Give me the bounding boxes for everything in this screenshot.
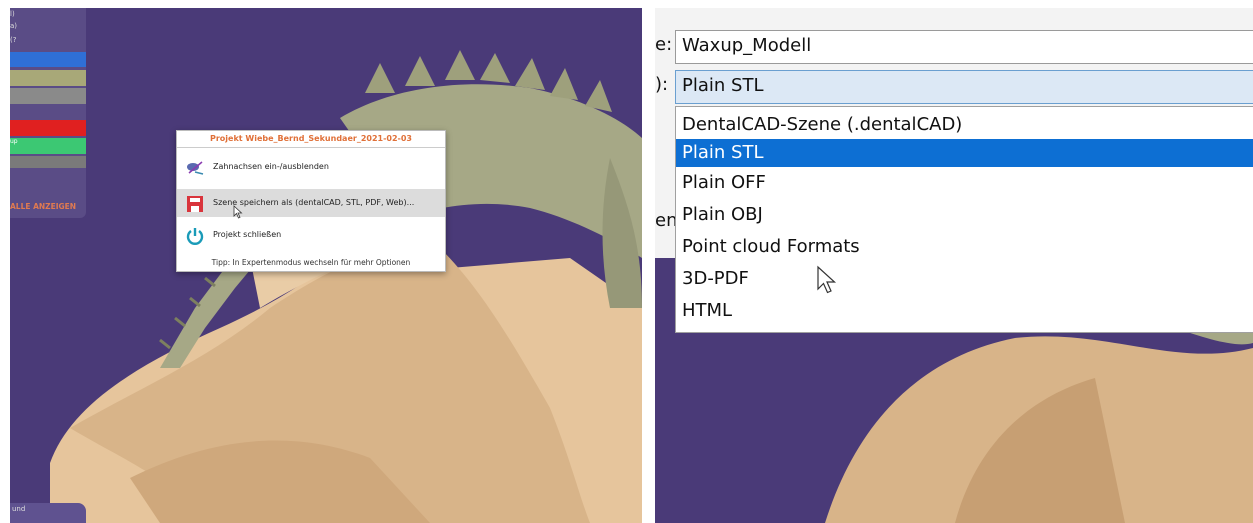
layer-swatch-green[interactable]: up (10, 138, 86, 154)
bottom-widget-label: und (12, 505, 26, 513)
menu-item-toggle-tooth-axes[interactable]: Zahnachsen ein-/ausblenden (177, 153, 445, 181)
option-3d-pdf[interactable]: 3D-PDF (676, 265, 1253, 293)
menu-item-close-project[interactable]: Projekt schließen (177, 221, 445, 249)
layer-swatch-blue[interactable] (10, 52, 86, 67)
option-dentalcad[interactable]: DentalCAD-Szene (.dentalCAD) (676, 111, 1253, 139)
format-selected-value: Plain STL (682, 75, 764, 96)
menu-item-label: Szene speichern als (dentalCAD, STL, PDF… (213, 198, 415, 207)
format-select[interactable]: Plain STL (675, 70, 1253, 104)
sidebar-row: l) (10, 10, 15, 18)
sidebar-row: (? (10, 36, 17, 44)
layer-swatch-dark[interactable] (10, 156, 86, 168)
option-plain-off[interactable]: Plain OFF (676, 169, 1253, 197)
format-dropdown-list: DentalCAD-Szene (.dentalCAD) Plain STL P… (675, 106, 1253, 333)
context-menu-tip: Tipp: In Expertenmodus wechseln für mehr… (211, 258, 411, 267)
name-label: e: (655, 34, 673, 55)
option-plain-obj[interactable]: Plain OBJ (676, 201, 1253, 229)
tooth-axis-icon (187, 161, 204, 175)
menu-item-label: Zahnachsen ein-/ausblenden (213, 162, 329, 171)
menu-item-label: Projekt schließen (213, 230, 282, 239)
option-html[interactable]: HTML (676, 297, 1253, 325)
mouse-cursor-icon (233, 205, 243, 219)
sidebar-row: a) (10, 22, 18, 30)
option-plain-stl[interactable]: Plain STL (676, 139, 1253, 167)
left-sidebar: l) a) (? up ALLE ANZEIGEN (10, 8, 86, 218)
save-dialog-zoom: e: Waxup_Modell ): Plain STL en DentalCA… (655, 8, 1253, 523)
left-3d-viewport[interactable]: l) a) (? up ALLE ANZEIGEN und Projekt Wi… (10, 8, 642, 523)
mouse-cursor-icon (817, 265, 837, 294)
context-menu: Projekt Wiebe_Bernd_Sekundaer_2021-02-03… (176, 130, 446, 272)
context-menu-title: Projekt Wiebe_Bernd_Sekundaer_2021-02-03 (177, 131, 445, 148)
filename-value: Waxup_Modell (682, 35, 812, 56)
bottom-widget[interactable]: und (10, 503, 86, 523)
format-label: ): (655, 74, 669, 95)
layer-swatch-red[interactable] (10, 120, 86, 136)
power-icon (186, 228, 204, 245)
show-all-button[interactable]: ALLE ANZEIGEN (10, 202, 86, 211)
layer-swatch-gray[interactable] (10, 88, 86, 104)
save-floppy-icon (187, 196, 203, 212)
menu-item-save-scene[interactable]: Szene speichern als (dentalCAD, STL, PDF… (177, 189, 445, 217)
option-point-cloud[interactable]: Point cloud Formats (676, 233, 1253, 261)
swatch-label: up (10, 138, 18, 145)
filename-input[interactable]: Waxup_Modell (675, 30, 1253, 64)
layer-swatch-olive[interactable] (10, 70, 86, 86)
